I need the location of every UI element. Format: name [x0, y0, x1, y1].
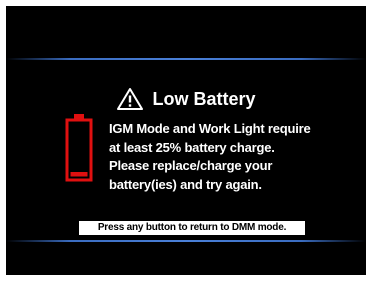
message-line: at least 25% battery charge.: [109, 139, 275, 155]
message-line: IGM Mode and Work Light require: [109, 121, 311, 136]
dialog-header: Low Battery: [6, 86, 366, 112]
dialog-message: IGM Mode and Work Light require at least…: [109, 120, 359, 194]
dialog-title: Low Battery: [152, 89, 256, 109]
warning-triangle-icon: [117, 88, 144, 110]
top-divider: [6, 58, 366, 60]
message-line: battery(ies) and try again.: [109, 176, 262, 192]
return-prompt: Press any button to return to DMM mode.: [79, 221, 305, 235]
low-battery-screen: Low Battery IGM Mode and Work Light requ…: [6, 6, 366, 275]
message-line: Please replace/charge your: [109, 158, 273, 173]
bottom-divider: [6, 240, 366, 242]
battery-empty-icon: [65, 114, 93, 182]
